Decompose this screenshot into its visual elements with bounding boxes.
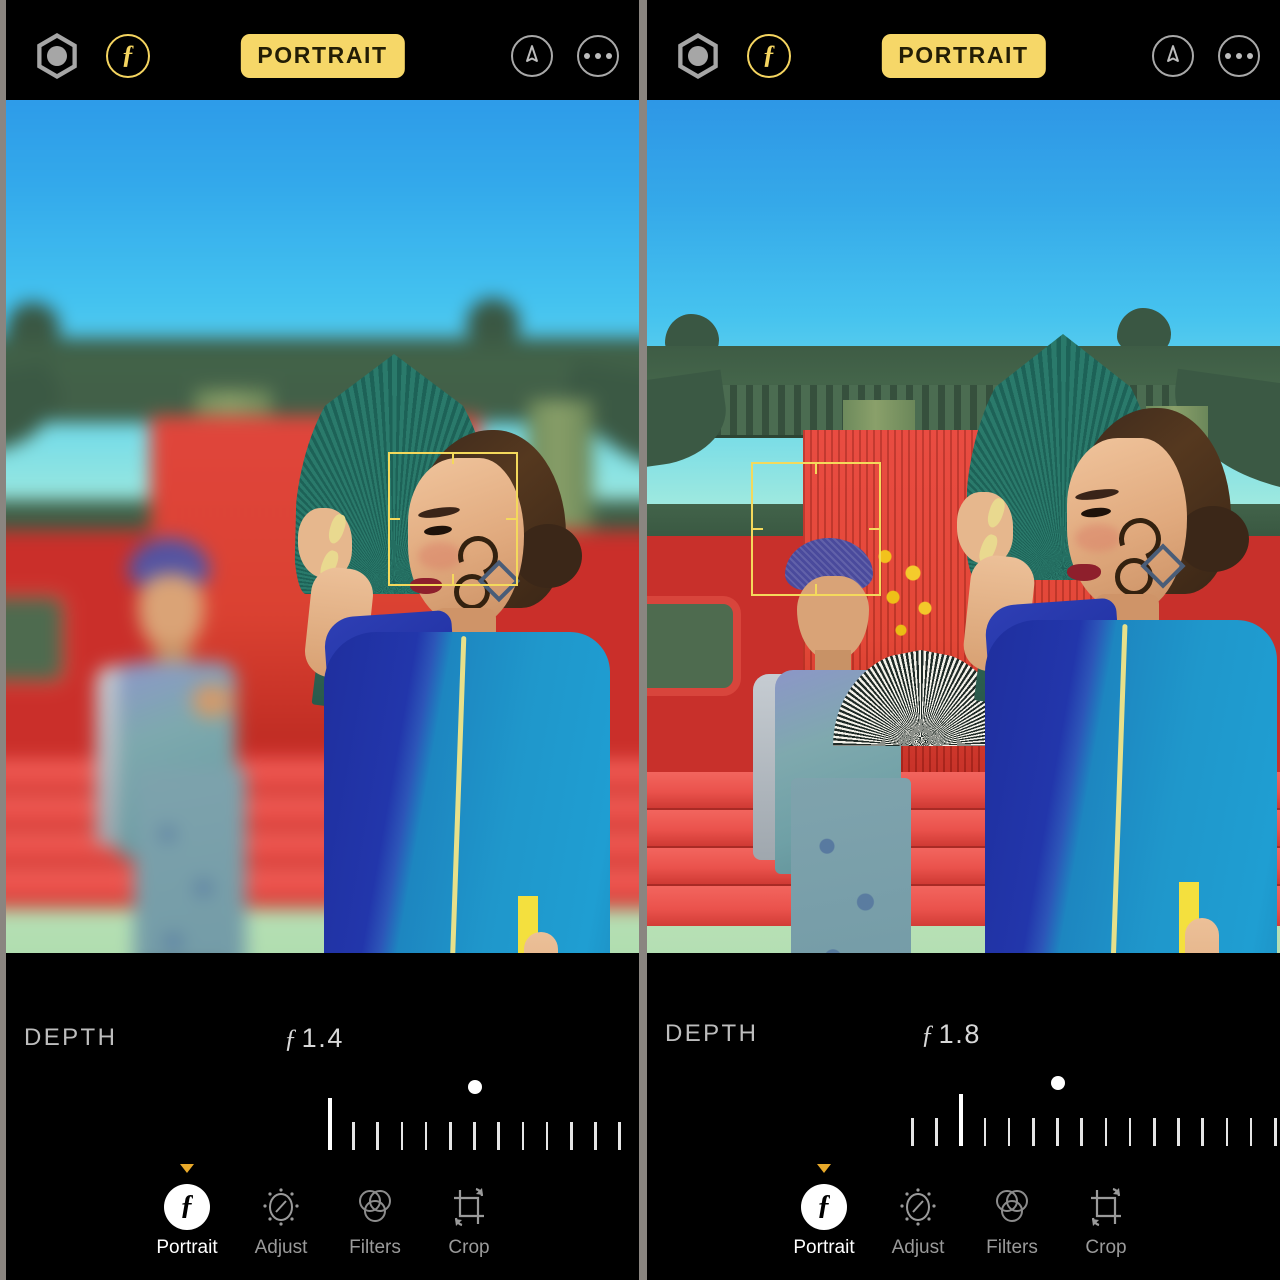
slider-tick [400, 1122, 404, 1150]
mode-badge-portrait[interactable]: PORTRAIT [881, 34, 1046, 78]
depth-control-right: DEPTH ƒ 1.8 [647, 1014, 1280, 1054]
slider-tick [1153, 1118, 1156, 1146]
photo-canvas-right[interactable]: 彭彭 [647, 100, 1280, 953]
filters-circles-icon [989, 1184, 1035, 1230]
tool-label: Crop [448, 1237, 490, 1258]
mode-badge-portrait[interactable]: PORTRAIT [240, 34, 405, 78]
slider-tick [1032, 1118, 1035, 1146]
slider-tick [1177, 1118, 1180, 1146]
editor-panel-left: ƒ PORTRAIT DEPTH ƒ 1.4 ƒ Portrait Adjust… [6, 0, 639, 1280]
more-options-icon[interactable] [577, 35, 619, 77]
filters-circles-icon [352, 1184, 398, 1230]
f-stop-symbol: ƒ [284, 1023, 299, 1053]
slider-knob[interactable] [467, 1080, 482, 1094]
portrait-f-icon: ƒ [164, 1184, 210, 1230]
aperture-hexagon-icon[interactable] [34, 33, 80, 79]
slider-tick [1007, 1118, 1011, 1146]
slider-tick [521, 1122, 525, 1150]
slider-tick-major [959, 1094, 963, 1146]
adjust-dial-icon [895, 1184, 941, 1230]
slider-tick [1104, 1118, 1108, 1146]
slider-tick [594, 1122, 597, 1150]
top-toolbar-left: ƒ PORTRAIT [6, 12, 639, 100]
depth-label: DEPTH [24, 1024, 118, 1051]
bottom-toolbar-right: ƒ Portrait Adjust Filters Crop [647, 1156, 1280, 1268]
f-stop-number: 1.8 [938, 1018, 981, 1049]
f-aperture-icon[interactable]: ƒ [747, 34, 791, 78]
active-tool-caret-icon [817, 1164, 831, 1173]
slider-knob[interactable] [1050, 1076, 1065, 1090]
tool-crop[interactable]: Crop [414, 1184, 524, 1259]
more-options-icon[interactable] [1218, 35, 1260, 77]
slider-tick [618, 1122, 621, 1150]
slider-tick [376, 1122, 379, 1150]
slider-tick [1249, 1118, 1253, 1146]
slider-tick [983, 1118, 987, 1146]
slider-tick [1080, 1118, 1083, 1146]
active-tool-caret-icon [180, 1164, 194, 1173]
tool-label: Crop [1085, 1237, 1127, 1258]
f-aperture-icon[interactable]: ƒ [106, 34, 150, 78]
portrait-f-icon: ƒ [801, 1184, 847, 1230]
depth-slider-left[interactable] [6, 1080, 639, 1150]
f-stop-number: 1.4 [301, 1022, 344, 1053]
f-stop-symbol: ƒ [921, 1019, 936, 1049]
comparison-stage: ƒ PORTRAIT DEPTH ƒ 1.4 ƒ Portrait Adjust… [0, 0, 1280, 1280]
depth-value: ƒ 1.8 [921, 1019, 981, 1050]
markup-pen-icon[interactable] [511, 35, 553, 77]
focus-rectangle-face[interactable] [751, 462, 881, 596]
tool-label: Filters [349, 1237, 401, 1258]
slider-tick [352, 1122, 355, 1150]
slider-tick [911, 1118, 914, 1146]
focus-rectangle-face[interactable] [388, 452, 518, 586]
adjust-dial-icon [258, 1184, 304, 1230]
slider-tick [1056, 1118, 1059, 1146]
tool-label: Adjust [254, 1237, 308, 1258]
slider-tick [1201, 1118, 1204, 1146]
tool-label: Portrait [793, 1237, 855, 1258]
depth-slider-right[interactable] [647, 1076, 1280, 1146]
slider-tick-major [328, 1098, 332, 1150]
slider-tick [1225, 1118, 1229, 1146]
slider-tick [1128, 1118, 1132, 1146]
slider-tick [570, 1122, 573, 1150]
crop-rotate-icon [1083, 1184, 1129, 1230]
slider-tick [1274, 1118, 1277, 1146]
slider-tick [935, 1118, 938, 1146]
slider-tick [545, 1122, 549, 1150]
slider-tick [497, 1122, 500, 1150]
slider-tick [449, 1122, 452, 1150]
depth-value: ƒ 1.4 [284, 1023, 344, 1054]
slider-tick [424, 1122, 428, 1150]
tool-label: Filters [986, 1237, 1038, 1258]
aperture-hexagon-icon[interactable] [675, 33, 721, 79]
tool-label: Portrait [156, 1237, 218, 1258]
slider-tick [473, 1122, 476, 1150]
bottom-toolbar-left: ƒ Portrait Adjust Filters Crop [6, 1156, 639, 1268]
tool-crop[interactable]: Crop [1051, 1184, 1161, 1259]
photo-canvas-left[interactable]: 彭彭 [6, 100, 639, 953]
markup-pen-icon[interactable] [1152, 35, 1194, 77]
depth-control-left: DEPTH ƒ 1.4 [6, 1018, 639, 1058]
top-toolbar-right: ƒ PORTRAIT [647, 12, 1280, 100]
editor-panel-right: ƒ PORTRAIT DEPTH ƒ 1.8 ƒ Portrait Adjust… [647, 0, 1280, 1280]
tool-label: Adjust [891, 1237, 945, 1258]
depth-label: DEPTH [665, 1020, 759, 1047]
crop-rotate-icon [446, 1184, 492, 1230]
